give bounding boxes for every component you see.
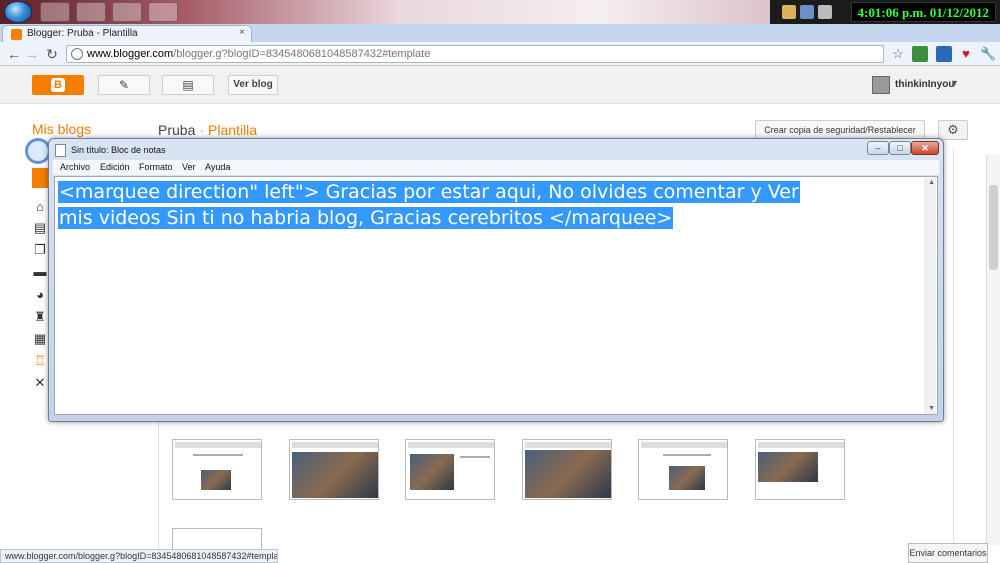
forward-arrow-icon[interactable]: → [24, 46, 40, 62]
notepad-scrollbar[interactable] [924, 178, 936, 414]
thumbnail-text [663, 454, 711, 456]
breadcrumb: Pruba · Plantilla [158, 122, 257, 138]
tray-network-icon[interactable] [800, 5, 814, 19]
notepad-menu-bar: Archivo Edición Formato Ver Ayuda [53, 160, 939, 175]
thumbnail-image [525, 450, 611, 498]
tray-volume-icon[interactable] [818, 5, 832, 19]
thumbnail-header [175, 442, 261, 448]
thumbnail-image [410, 454, 454, 490]
scroll-up-arrow-icon[interactable]: ▲ [928, 179, 935, 186]
settings-wrench-icon[interactable]: ✕ [32, 375, 48, 391]
notepad-text-area[interactable]: <marquee direction" left"> Gracias por e… [54, 176, 938, 415]
browser-toolbar: ← → ↻ www.blogger.com/blogger.g?blogID=8… [0, 42, 1000, 66]
thumbnail-image [201, 470, 231, 490]
view-posts-button[interactable]: ▤ [162, 75, 214, 95]
system-tray: 4:01:06 p.m. 01/12/2012 [770, 0, 1000, 24]
backup-restore-button[interactable]: Crear copia de seguridad/Restablecer [755, 120, 925, 140]
page-scrollbar-thumb[interactable] [989, 185, 998, 270]
tab-title: Blogger: Pruba - Plantilla [27, 28, 138, 39]
notepad-window[interactable]: Sin título: Bloc de notas – □ ✕ Archivo … [48, 138, 944, 422]
menu-ver[interactable]: Ver [182, 162, 196, 172]
heart-icon[interactable]: ♥ [958, 46, 974, 62]
back-arrow-icon[interactable]: ← [6, 46, 22, 62]
taskbar-button-4[interactable] [148, 2, 178, 22]
thumbnail-header [525, 442, 611, 448]
thumbnail-header [758, 442, 844, 448]
taskbar-button-1[interactable] [40, 2, 70, 22]
blogger-favicon-icon [11, 29, 22, 40]
address-bar[interactable]: www.blogger.com/blogger.g?blogID=8345480… [66, 45, 884, 63]
page-title: Plantilla [208, 122, 258, 138]
notepad-icon [55, 144, 66, 157]
notepad-title: Sin título: Bloc de notas [71, 145, 166, 155]
blogger-logo-button[interactable]: B [32, 75, 84, 95]
template-thumbnail-4[interactable] [522, 439, 612, 500]
browser-tab-strip: Blogger: Pruba - Plantilla × [0, 24, 1000, 42]
blogger-header: B ✎ ▤ Ver blog thinkinInyou ▼ [0, 66, 1000, 104]
taskbar-clock[interactable]: 4:01:06 p.m. 01/12/2012 [850, 2, 996, 22]
tray-folder-icon[interactable] [782, 5, 796, 19]
menu-ayuda[interactable]: Ayuda [205, 162, 230, 172]
thumbnail-header [292, 442, 378, 448]
selected-text-line-1: <marquee direction" left"> Gracias por e… [58, 181, 800, 203]
new-post-button[interactable]: ✎ [98, 75, 150, 95]
taskbar-button-chrome[interactable] [112, 2, 142, 22]
thumbnail-image [669, 466, 705, 490]
home-icon[interactable]: ⌂ [32, 199, 48, 215]
thumbnail-text [460, 456, 490, 458]
menu-formato[interactable]: Formato [139, 162, 173, 172]
template-thumbnail-2[interactable] [289, 439, 379, 500]
pages-icon[interactable]: ❐ [32, 242, 48, 258]
screen: 4:01:06 p.m. 01/12/2012 Blogger: Pruba -… [0, 0, 1000, 563]
send-feedback-button[interactable]: Enviar comentarios [908, 543, 988, 563]
posts-list-icon: ▤ [182, 78, 194, 92]
thumbnail-header [408, 442, 494, 448]
maximize-button[interactable]: □ [889, 141, 911, 155]
extension-icon-2[interactable] [936, 46, 952, 62]
posts-icon[interactable]: ▤ [32, 220, 48, 236]
template-thumbnail-6[interactable] [755, 439, 845, 500]
template-thumbnail-1[interactable] [172, 439, 262, 500]
menu-edicion[interactable]: Edición [100, 162, 130, 172]
thumbnail-image [292, 452, 378, 498]
menu-archivo[interactable]: Archivo [60, 162, 90, 172]
thumbnail-header [641, 442, 727, 448]
taskbar-button-2[interactable] [76, 2, 106, 22]
thumbnail-text [193, 454, 243, 456]
pencil-icon: ✎ [118, 78, 130, 92]
start-button[interactable] [4, 1, 32, 23]
layout-icon[interactable]: ▦ [32, 331, 48, 347]
extension-icon-1[interactable] [912, 46, 928, 62]
browser-tab[interactable]: Blogger: Pruba - Plantilla × [2, 25, 252, 42]
page-info-icon[interactable] [71, 48, 83, 60]
bookmark-star-icon[interactable]: ☆ [890, 46, 906, 62]
view-blog-button[interactable]: Ver blog [228, 75, 278, 95]
reload-icon[interactable]: ↻ [44, 46, 60, 62]
template-thumbnail-5[interactable] [638, 439, 728, 500]
user-name[interactable]: thinkinInyou [895, 79, 954, 90]
windows-taskbar: 4:01:06 p.m. 01/12/2012 [0, 0, 1000, 24]
blog-name[interactable]: Pruba [158, 122, 195, 138]
template-paint-roller-icon[interactable]: ♖ [32, 353, 48, 369]
chevron-down-icon[interactable]: ▼ [950, 78, 959, 88]
wrench-icon[interactable]: 🔧 [980, 46, 996, 62]
earnings-trophy-icon[interactable]: ♜ [32, 309, 48, 325]
url-text: www.blogger.com/blogger.g?blogID=8345480… [87, 48, 431, 60]
selected-text-line-2: mis videos Sin ti no habria blog, Gracia… [58, 207, 674, 229]
minimize-button[interactable]: – [867, 141, 889, 155]
template-thumbnail-3[interactable] [405, 439, 495, 500]
blogger-b-icon: B [51, 78, 65, 92]
stats-pie-icon[interactable]: ◕ [32, 287, 48, 303]
browser-status-bar: www.blogger.com/blogger.g?blogID=8345480… [0, 549, 278, 563]
avatar[interactable] [872, 76, 890, 94]
settings-gear-icon[interactable]: ⚙ [938, 120, 968, 140]
scroll-down-arrow-icon[interactable]: ▼ [928, 405, 935, 412]
close-button[interactable]: ✕ [911, 141, 939, 155]
new-post-side-button[interactable] [32, 168, 48, 188]
tab-close-icon[interactable]: × [239, 27, 245, 38]
my-blogs-link[interactable]: Mis blogs [32, 121, 91, 137]
comments-icon[interactable]: ▬ [32, 264, 48, 280]
thumbnail-image [758, 452, 818, 482]
breadcrumb-separator: · [199, 122, 205, 138]
